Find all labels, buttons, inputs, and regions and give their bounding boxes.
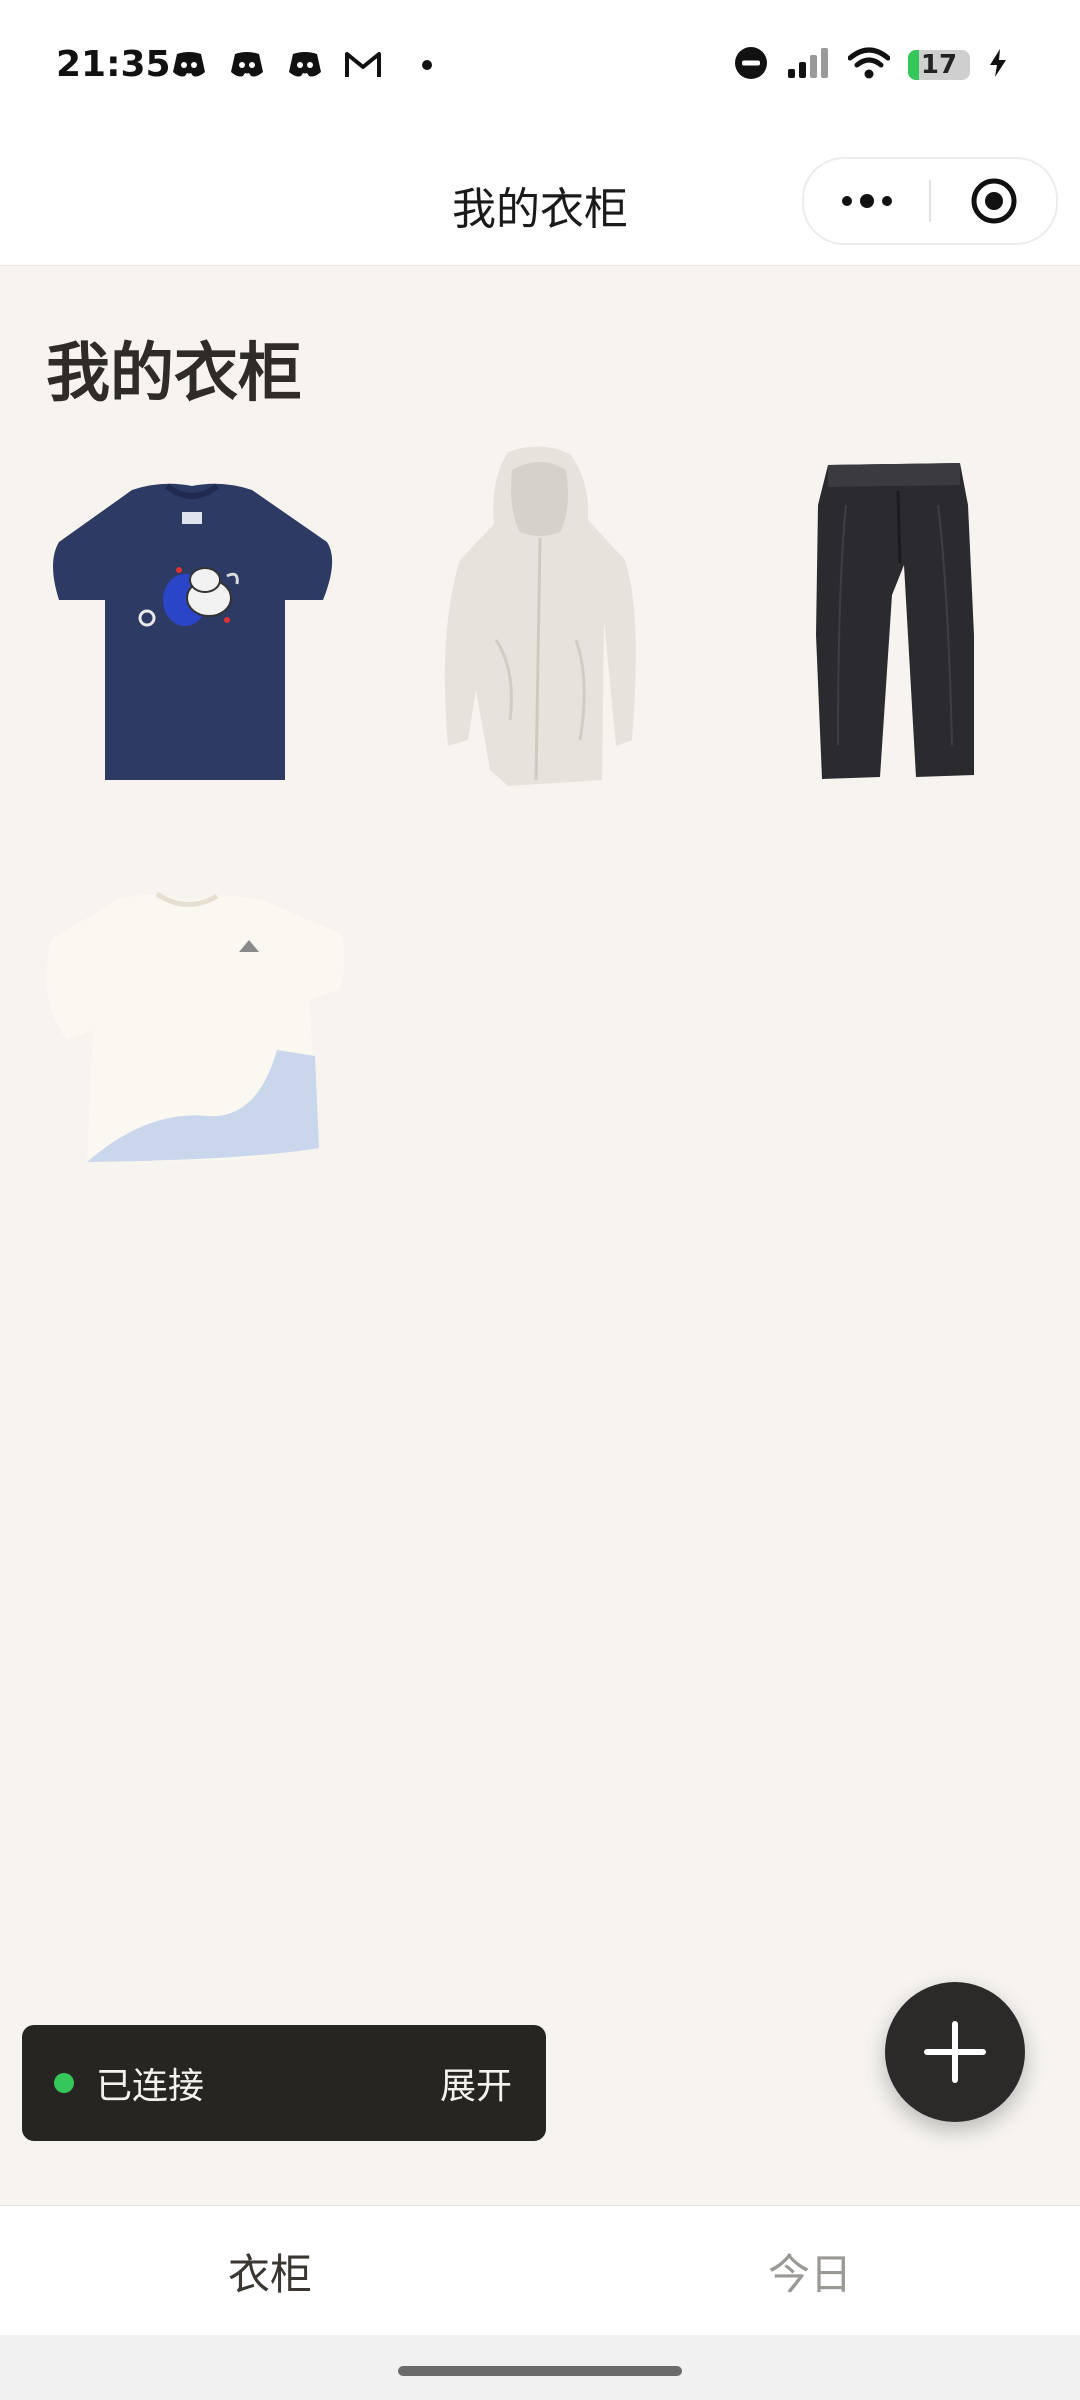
discord-icon xyxy=(228,48,266,82)
dark-pants-image xyxy=(816,463,974,779)
home-indicator-area xyxy=(0,2335,1080,2400)
status-bar: 21:35 17 xyxy=(0,0,1080,135)
connection-status-label: 已连接 xyxy=(96,2066,205,2107)
more-options-button[interactable] xyxy=(804,159,929,243)
page-heading: 我的衣柜 xyxy=(46,337,302,411)
discord-icon xyxy=(286,48,324,82)
status-time: 21:35 xyxy=(56,44,171,85)
battery-indicator: 17 xyxy=(908,50,970,80)
navy-tshirt-image xyxy=(53,483,333,780)
battery-level: 17 xyxy=(920,50,958,80)
status-right: 17 xyxy=(734,46,1008,84)
nav-bar: 我的衣柜 xyxy=(0,135,1080,266)
mini-program-capsule xyxy=(802,157,1058,245)
signal-icon xyxy=(786,47,830,83)
connection-status-bar: 已连接 展开 xyxy=(22,2025,546,2141)
target-circle-icon xyxy=(971,178,1016,224)
gmail-icon xyxy=(344,48,382,82)
wardrobe-item[interactable] xyxy=(22,440,362,800)
plus-icon xyxy=(924,2021,986,2083)
close-mini-program-button[interactable] xyxy=(931,159,1056,243)
wifi-icon xyxy=(847,47,891,83)
expand-button[interactable]: 展开 xyxy=(440,2057,512,2109)
more-dots-icon xyxy=(841,194,892,208)
wardrobe-item[interactable] xyxy=(718,440,1058,800)
screen: 21:35 17 我的衣柜 我的衣柜 已连接 展开 衣柜 今日 xyxy=(0,0,1080,2400)
white-tshirt-image xyxy=(46,891,345,1162)
tab-bar: 衣柜 今日 xyxy=(0,2205,1080,2336)
wardrobe-item[interactable] xyxy=(370,440,710,800)
wardrobe-item[interactable] xyxy=(22,860,362,1220)
notification-icons xyxy=(170,48,432,82)
add-item-button[interactable] xyxy=(885,1982,1025,2122)
more-notifications-dot xyxy=(422,60,432,70)
tab-wardrobe[interactable]: 衣柜 xyxy=(0,2206,540,2336)
light-hoodie-image xyxy=(444,446,636,786)
discord-icon xyxy=(170,48,208,82)
connection-status-dot xyxy=(54,2073,74,2093)
charging-icon xyxy=(988,48,1008,82)
tab-today[interactable]: 今日 xyxy=(540,2206,1080,2336)
home-indicator[interactable] xyxy=(398,2366,682,2376)
do-not-disturb-icon xyxy=(734,46,768,84)
